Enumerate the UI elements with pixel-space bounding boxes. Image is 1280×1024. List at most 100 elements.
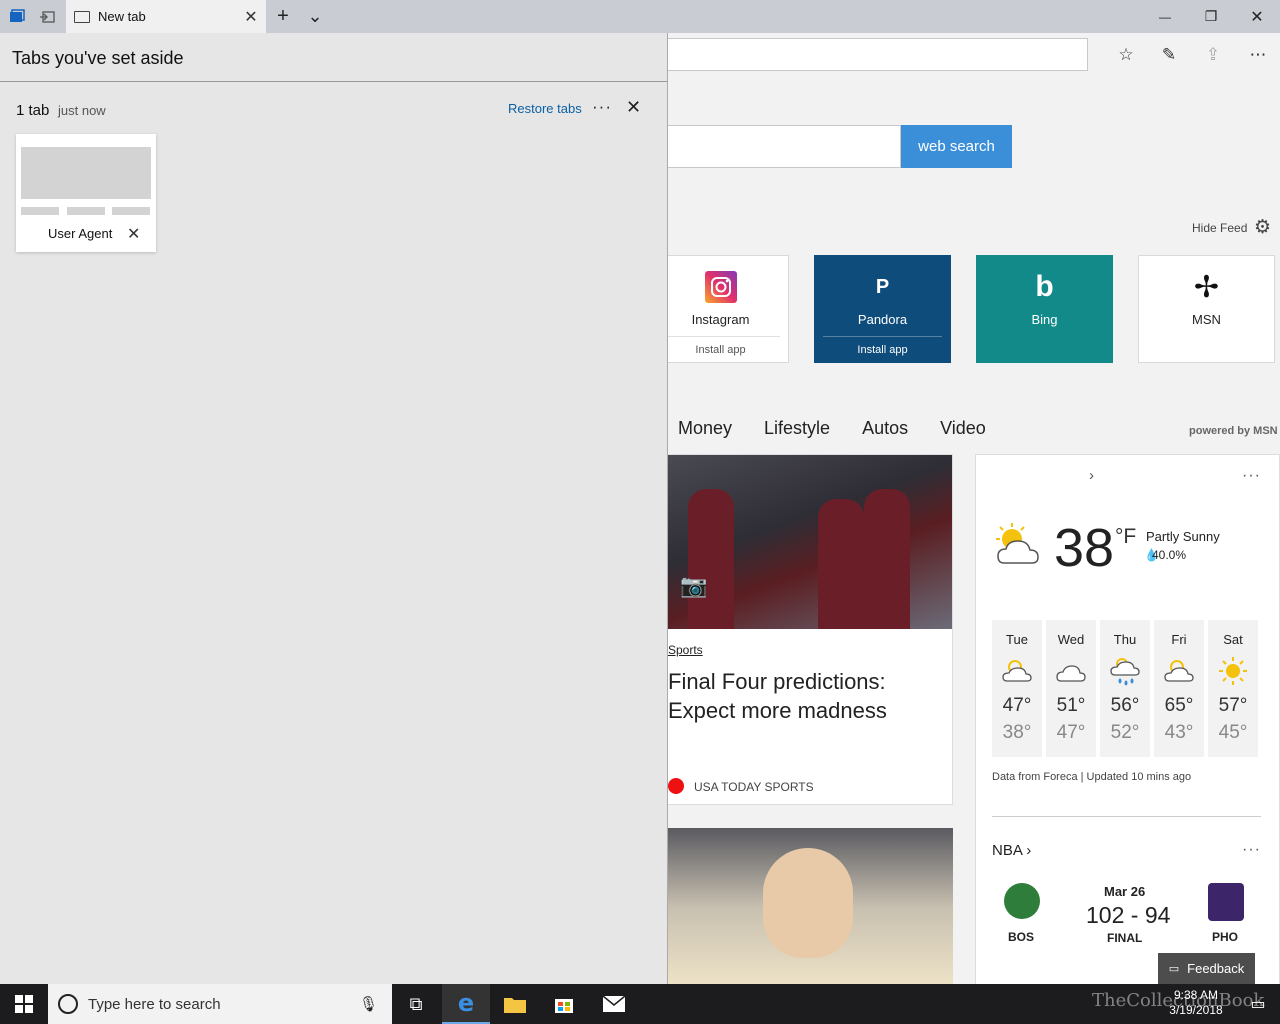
category-money[interactable]: Money [678,418,732,439]
news-card[interactable]: 📷 Sports Final Four predictions: Expect … [668,454,953,805]
install-app-link[interactable]: Install app [823,336,942,356]
set-aside-time: just now [58,103,106,118]
share-icon[interactable]: ⇪ [1198,41,1228,69]
title-bar: New tab ✕ + ⌄ — ❐ ✕ [0,0,1280,33]
gear-icon[interactable]: ⚙ [1254,216,1276,238]
store-icon[interactable] [540,984,588,1024]
forecast-day[interactable]: Thu 56° 52° [1100,620,1150,757]
game-score[interactable]: 102 - 94 [1086,902,1170,929]
category-autos[interactable]: Autos [862,418,908,439]
forecast-day[interactable]: Fri 65° 43° [1154,620,1204,757]
instagram-icon [704,270,738,304]
feedback-button[interactable]: ▭ Feedback [1158,953,1255,984]
clock-date: 3/19/2018 [1169,1003,1223,1017]
news-photo [763,848,853,958]
install-app-link[interactable]: Install app [668,336,780,356]
tile-label: Bing [1031,312,1058,327]
minimize-button[interactable]: — [1142,0,1188,33]
weather-widget: › ··· 38 °F Partly Sunny 💧 40.0% Tue 47°… [975,454,1280,984]
forecast-high: 65° [1164,695,1194,716]
tab-count: 1 tab [16,102,50,119]
tab-close-button[interactable]: ✕ [236,7,266,27]
forecast-day-name: Fri [1171,632,1187,647]
news-photo: 📷 [668,455,952,629]
category-video[interactable]: Video [940,418,986,439]
restore-tabs-link[interactable]: Restore tabs [508,101,582,116]
more-icon[interactable]: ··· [592,97,612,117]
more-icon[interactable]: ··· [1242,841,1261,859]
new-tab-button[interactable]: + [270,0,296,33]
forecast-low: 38° [1002,722,1032,743]
restore-button[interactable]: ❐ [1188,0,1234,33]
sunny-icon [1217,655,1249,687]
forecast-high: 56° [1110,695,1140,716]
powered-by-msn: powered by MSN [1189,425,1278,437]
partly-sunny-icon [1001,655,1033,687]
msn-icon: ✢ [1193,270,1220,304]
forecast: Tue 47° 38° Wed 51° 47° Thu 56° 52° Fri … [992,620,1258,757]
more-icon[interactable]: ⋯ [1243,41,1273,69]
search-input[interactable] [668,125,901,168]
more-icon[interactable]: ··· [1242,467,1261,485]
forecast-low: 45° [1218,722,1248,743]
top-site-pandora[interactable]: P Pandora Install app [814,255,951,363]
web-search-button[interactable]: web search [901,125,1012,168]
favorites-icon[interactable]: ☆ [1111,41,1141,69]
feedback-label: Feedback [1187,961,1245,976]
microphone-icon[interactable]: 🎙 [359,995,378,1013]
taskbar-search-input[interactable]: Type here to search 🎙 [48,984,392,1024]
close-icon[interactable]: ✕ [127,224,140,244]
aside-tab-label: User Agent [48,226,113,241]
weather-condition: Partly Sunny [1146,529,1220,544]
rain-icon [1109,655,1141,687]
tile-label: Pandora [857,312,908,327]
task-view-icon[interactable]: ⧉ [392,984,440,1024]
taskbar: Type here to search 🎙 ⧉ e TheCollectionB… [0,984,1280,1024]
notes-icon[interactable]: ✎ [1154,41,1184,69]
news-category-link[interactable]: Sports [668,643,703,657]
tab-new-tab[interactable]: New tab ✕ [66,0,266,33]
cloudy-icon [1055,655,1087,687]
system-clock[interactable]: 9:38 AM 3/19/2018 [1164,988,1228,1018]
forecast-day[interactable]: Tue 47° 38° [992,620,1042,757]
temperature-unit[interactable]: °F [1115,525,1136,549]
aside-tab-thumbnail[interactable]: User Agent ✕ [16,134,156,252]
thumbnail-placeholder [67,207,105,215]
category-lifestyle[interactable]: Lifestyle [764,418,830,439]
edge-icon[interactable]: e [442,984,490,1024]
chevron-right-icon[interactable]: › [1089,467,1094,484]
nba-link[interactable]: NBA › [992,842,1031,859]
forecast-day[interactable]: Wed 51° 47° [1046,620,1096,757]
page-icon [74,10,90,23]
notification-icon[interactable]: ▭ [1236,984,1280,1024]
mail-icon[interactable] [590,984,638,1024]
set-aside-icon[interactable] [34,0,60,33]
news-headline[interactable]: Final Four predictions: Expect more madn… [668,667,938,725]
close-window-button[interactable]: ✕ [1234,0,1280,33]
top-site-bing[interactable]: b Bing [976,255,1113,363]
forecast-day[interactable]: Sat 57° 45° [1208,620,1258,757]
divider [992,816,1261,817]
tab-list-button[interactable]: ⌄ [302,0,328,33]
tile-label: Instagram [691,312,750,327]
address-bar[interactable] [668,38,1088,71]
bing-icon: b [1035,270,1054,303]
current-temperature: 38 [1054,518,1115,578]
top-site-instagram[interactable]: Instagram Install app [668,255,789,363]
thumbnail-placeholder [112,207,150,215]
tile-label: MSN [1192,312,1221,327]
file-explorer-icon[interactable] [491,984,539,1024]
away-team: PHO [1212,930,1239,944]
hide-feed-link[interactable]: Hide Feed [1192,221,1247,235]
tabs-aside-icon[interactable] [4,0,30,33]
thumbnail-placeholder [21,207,59,215]
news-card-image[interactable] [668,828,953,984]
forecast-high: 51° [1056,695,1086,716]
top-site-msn[interactable]: ✢ MSN [1138,255,1275,363]
thumbnail-placeholder [21,147,151,199]
close-icon[interactable]: ✕ [626,97,641,118]
windows-start-icon[interactable] [0,984,48,1024]
tabs-aside-panel: Tabs you've set aside 1 tab just now Res… [0,33,668,984]
forecast-day-name: Wed [1057,632,1085,647]
game-status: FINAL [1107,931,1143,945]
